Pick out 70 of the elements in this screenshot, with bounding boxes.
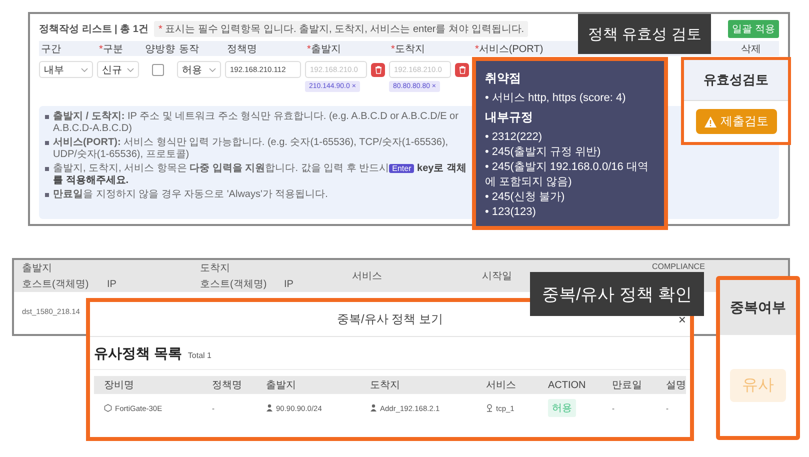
bullet-icon	[45, 141, 49, 145]
note-text: 출발지, 도착지, 서비스 항목은 다중 입력을 지원합니다. 값을 입력 후 반드시 Enter key로 객체를 적용해주세요.	[53, 163, 468, 187]
result-badge: 유사	[730, 369, 786, 402]
chevron-icon	[209, 68, 216, 72]
column-header: *출발지	[306, 42, 342, 56]
column-header: COMPLIANCE	[652, 261, 706, 271]
hexagon-icon	[104, 404, 112, 412]
person-icon	[266, 404, 273, 412]
column-header: 출발지	[22, 262, 53, 275]
chevron-icon	[81, 68, 88, 72]
note-text: 만료일을 지정하지 않을 경우 자동으로 'Always'가 적용됩니다.	[53, 189, 328, 201]
person-icon	[370, 404, 377, 412]
delete-button[interactable]	[455, 62, 469, 76]
column-header: *구분	[98, 42, 124, 56]
tooltip-item: • 245(출발지 192.168.0.0/16 대역에 포함되지 않음)	[485, 160, 650, 190]
column-header: *도착지	[390, 42, 426, 56]
tooltip-item: • 245(출발지 규정 위반)	[485, 145, 602, 160]
column-header: 설명	[666, 379, 686, 392]
tooltip-heading: 취약점	[485, 70, 522, 87]
pin-icon	[486, 404, 493, 412]
type-select[interactable]: 신규	[97, 61, 139, 78]
column-header: 도착지	[200, 262, 231, 275]
list-title: 정책작성 리스트 | 총 1건	[39, 23, 148, 36]
column-header: 서비스	[486, 379, 517, 392]
chevron-icon	[127, 68, 134, 72]
column-header: 호스트(객체명)	[22, 278, 90, 291]
panel-header: 중복여부	[720, 280, 796, 335]
hint-note: * 표시는 필수 입력항목 입니다. 출발지, 도착지, 서비스는 enter를 쳐야 입력됩니다.	[154, 21, 528, 37]
tooltip-item: • 서비스 http, https (score: 4)	[485, 91, 627, 106]
column-header: 출발지	[266, 379, 297, 392]
section-select[interactable]: 내부	[39, 61, 93, 78]
warning-icon	[704, 116, 716, 128]
column-header: 양방향	[144, 42, 173, 56]
tooltip-heading: 내부규정	[485, 109, 534, 126]
column-header: *서비스(PORT)	[474, 42, 544, 56]
column-header: IP	[107, 278, 118, 290]
column-header: 정책명	[212, 379, 243, 392]
column-header: ACTION	[548, 380, 587, 390]
key-badge: Enter	[389, 164, 414, 173]
column-header: 동작	[178, 42, 200, 56]
column-header: 정책명	[226, 42, 258, 56]
note-text: 서비스(PORT): 서비스 형식만 입력 가능합니다. (e.g. 숫자(1-65536), TCP/숫자(1-65536), UDP/숫자(1-65536), 프로토콜)	[53, 137, 450, 161]
action-select[interactable]: 허용	[177, 61, 221, 78]
column-header: IP	[284, 278, 294, 290]
panel-header: 유효성검토	[684, 60, 788, 101]
tooltip-item: • 245(신청 불가)	[485, 190, 566, 205]
trash-icon	[458, 66, 466, 74]
action-badge: 허용	[548, 399, 576, 417]
total-count: Total 1	[188, 351, 212, 360]
tooltip-item: • 123(123)	[485, 205, 537, 220]
column-header: 삭제	[740, 42, 762, 56]
trash-icon	[374, 66, 382, 74]
bullet-icon	[45, 115, 49, 119]
column-header: 서비스	[352, 270, 383, 283]
delete-button[interactable]	[371, 62, 385, 76]
column-header: 구간	[40, 42, 62, 56]
callout-label: 정책 유효성 검토	[578, 14, 712, 54]
tooltip-item: • 2312(222)	[485, 130, 544, 145]
callout-label: 중복/유사 정책 확인	[530, 272, 704, 316]
bidirectional-checkbox[interactable]	[152, 64, 164, 76]
bullet-icon	[45, 167, 49, 171]
note-text: 출발지 / 도착지: IP 주소 및 네트워크 주소 형식만 유효합니다. (e.g. A.B.C.D or A.B.C.D/E or A.B.C.D-A.B.C.D)	[53, 111, 460, 135]
column-header: 시작일	[482, 270, 513, 283]
column-header: 호스트(객체명)	[200, 278, 268, 291]
modal-title: 중복/유사 정책 보기	[336, 310, 443, 328]
column-header: 장비명	[104, 379, 135, 392]
column-header: 만료일	[612, 379, 643, 392]
list-title: 유사정책 목록	[94, 345, 182, 363]
bullet-icon	[45, 193, 49, 197]
column-header: 도착지	[370, 379, 401, 392]
